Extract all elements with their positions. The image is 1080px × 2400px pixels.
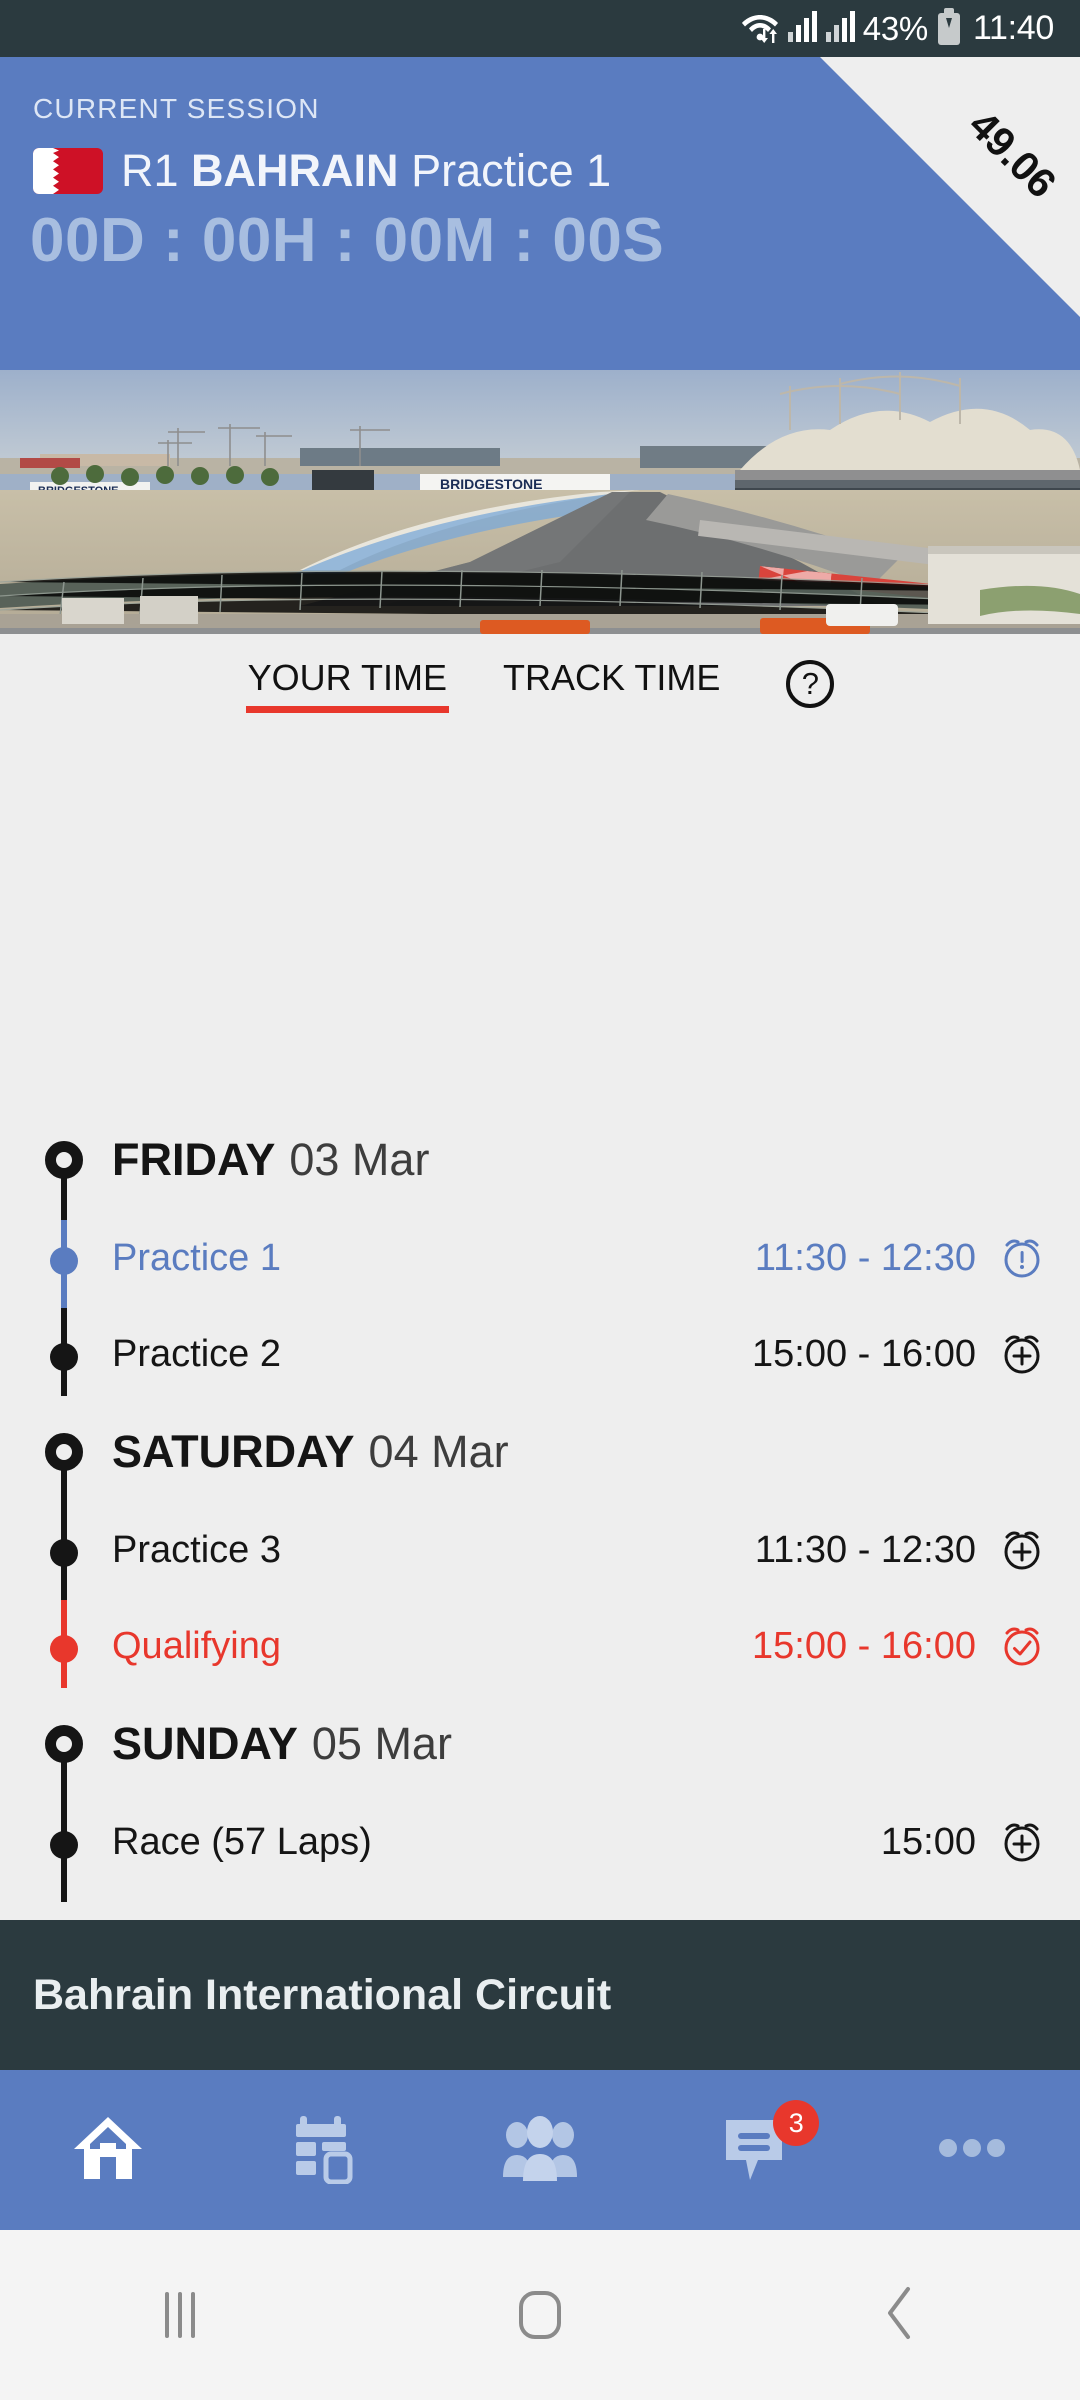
day-name: SATURDAY <box>112 1426 355 1477</box>
bottom-navigation: 3 <box>0 2070 1080 2230</box>
countdown-timer: 00D : 00H : 00M : 00S <box>30 206 665 275</box>
day-name: FRIDAY <box>112 1134 276 1185</box>
session-time: 15:00 <box>880 1820 976 1863</box>
alarm-add-icon[interactable] <box>998 1330 1046 1378</box>
sysnav-home-button[interactable] <box>360 2291 720 2339</box>
session-time: 15:00 - 16:00 <box>752 1332 976 1375</box>
day-header: SATURDAY 04 Mar <box>0 1402 1080 1502</box>
day-block-saturday: SATURDAY 04 Mar Practice 3 11:30 - 12:30… <box>0 1402 1080 1694</box>
home-square-icon <box>519 2291 561 2339</box>
day-date: 03 Mar <box>289 1134 430 1185</box>
alarm-alert-icon[interactable] <box>998 1234 1046 1282</box>
session-time: 11:30 - 12:30 <box>754 1528 976 1571</box>
battery-charging-icon <box>937 7 960 45</box>
session-label: Practice 2 <box>112 1332 281 1375</box>
day-block-friday: FRIDAY 03 Mar Practice 1 11:30 - 12:30 P… <box>0 1110 1080 1402</box>
current-session-label: CURRENT SESSION <box>33 93 320 124</box>
day-header: SUNDAY 05 Mar <box>0 1694 1080 1794</box>
recents-icon <box>165 2292 195 2338</box>
session-schedule: FRIDAY 03 Mar Practice 1 11:30 - 12:30 P… <box>0 1110 1080 1920</box>
day-block-sunday: SUNDAY 05 Mar Race (57 Laps) 15:00 <box>0 1694 1080 1902</box>
session-title-row: R1 BAHRAIN Practice 1 <box>33 145 611 197</box>
nav-item-chat[interactable]: 3 <box>648 2070 864 2230</box>
home-icon <box>70 2113 146 2188</box>
phone-screen: 43% 11:40 49.06 CURRENT SESSION R1 BAHRA… <box>0 0 1080 2400</box>
sysnav-recents-button[interactable] <box>0 2292 360 2338</box>
status-bar-icons: 43% 11:40 <box>741 7 1054 48</box>
nav-item-home[interactable] <box>0 2070 216 2230</box>
more-dots-icon <box>939 2138 1005 2163</box>
session-time: 15:00 - 16:00 <box>752 1624 976 1667</box>
day-date: 05 Mar <box>311 1718 452 1769</box>
alarm-set-check-icon[interactable] <box>998 1622 1046 1670</box>
status-bar: 43% 11:40 <box>0 0 1080 57</box>
session-name: Practice 1 <box>411 145 612 196</box>
signal-bars-icon <box>787 10 817 47</box>
status-bar-clock: 11:40 <box>972 9 1054 47</box>
session-label: Race (57 Laps) <box>112 1820 372 1863</box>
circuit-hero-image[interactable]: BRIDGESTONE BRIDGESTONE <box>0 370 1080 634</box>
bahrain-flag-icon <box>33 148 103 194</box>
help-circle-icon[interactable]: ? <box>786 660 835 708</box>
tab-track-time[interactable]: TRACK TIME <box>501 651 722 717</box>
nav-item-calendar[interactable] <box>216 2070 432 2230</box>
session-time: 11:30 - 12:30 <box>754 1236 976 1279</box>
session-label: Qualifying <box>112 1624 281 1667</box>
day-header: FRIDAY 03 Mar <box>0 1110 1080 1210</box>
tab-your-time[interactable]: YOUR TIME <box>245 651 450 717</box>
nav-item-more[interactable] <box>864 2070 1080 2230</box>
session-row-qualifying[interactable]: Qualifying 15:00 - 16:00 <box>0 1598 1080 1694</box>
day-name: SUNDAY <box>112 1718 298 1769</box>
alarm-add-icon[interactable] <box>998 1818 1046 1866</box>
session-row-practice-3[interactable]: Practice 3 11:30 - 12:30 <box>0 1502 1080 1598</box>
session-label: Practice 1 <box>112 1236 281 1279</box>
session-row-race[interactable]: Race (57 Laps) 15:00 <box>0 1794 1080 1890</box>
time-mode-tabs: YOUR TIME TRACK TIME ? <box>0 634 1080 734</box>
signal-bars-icon <box>825 10 855 47</box>
round-label: R1 <box>121 145 179 196</box>
session-row-practice-2[interactable]: Practice 2 15:00 - 16:00 <box>0 1306 1080 1402</box>
circuit-name: Bahrain International Circuit <box>33 1970 612 2019</box>
nav-item-people[interactable] <box>432 2070 648 2230</box>
session-row-practice-1[interactable]: Practice 1 11:30 - 12:30 <box>0 1210 1080 1306</box>
circuit-name-bar[interactable]: Bahrain International Circuit <box>0 1920 1080 2070</box>
system-navigation-bar <box>0 2230 1080 2400</box>
country-label: BAHRAIN <box>191 145 399 196</box>
sysnav-back-button[interactable] <box>720 2285 1080 2346</box>
people-icon <box>501 2115 579 2186</box>
svg-text:BRIDGESTONE: BRIDGESTONE <box>440 476 542 492</box>
back-chevron-icon <box>882 2285 918 2346</box>
battery-percent: 43% <box>862 9 928 47</box>
chat-badge: 3 <box>773 2100 820 2146</box>
session-title: R1 BAHRAIN Practice 1 <box>121 145 611 197</box>
wifi-icon <box>741 9 779 48</box>
alarm-add-icon[interactable] <box>998 1526 1046 1574</box>
day-date: 04 Mar <box>368 1426 509 1477</box>
session-label: Practice 3 <box>112 1528 281 1571</box>
session-header[interactable]: 49.06 CURRENT SESSION R1 BAHRAIN Practic… <box>0 57 1080 370</box>
calendar-icon <box>288 2112 360 2189</box>
